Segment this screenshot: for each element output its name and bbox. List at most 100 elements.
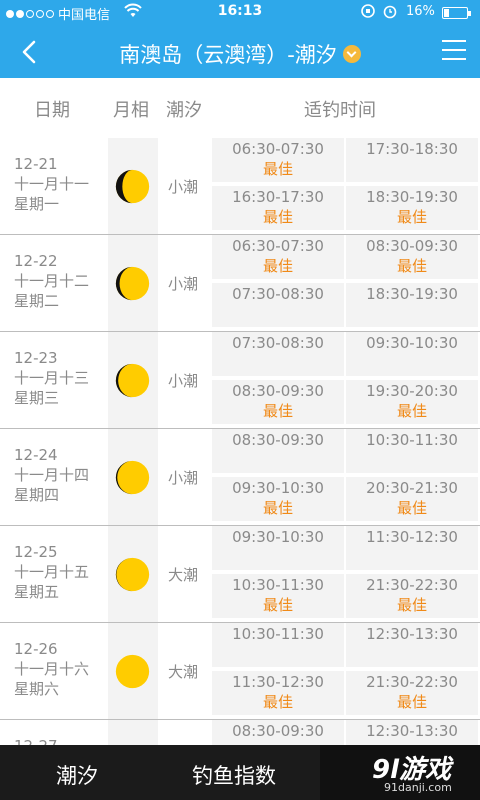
fishing-slot: 08:30-09:30	[212, 429, 344, 473]
best-badge: 最佳	[262, 499, 293, 517]
slot-time: 07:30-08:30	[232, 285, 324, 303]
table-row[interactable]: 12-23 十一月十三 星期三 小潮 07:30-08:30 09:30-10:…	[0, 332, 480, 429]
moon-phase-icon	[115, 557, 150, 592]
date-gregorian: 12-26	[14, 640, 58, 658]
best-badge: 最佳	[262, 160, 293, 178]
fishing-slot: 10:30-11:30 最佳	[212, 574, 344, 618]
date-cell: 12-25 十一月十五 星期五	[14, 542, 89, 602]
date-gregorian: 12-23	[14, 349, 58, 367]
fishing-slot: 21:30-22:30 最佳	[346, 671, 478, 715]
slot-time: 16:30-17:30	[232, 188, 324, 206]
tab-fishing-index[interactable]: 钓鱼指数	[192, 760, 276, 790]
table-row[interactable]: 12-26 十一月十六 星期六 大潮 10:30-11:30 12:30-13:…	[0, 623, 480, 720]
table-row[interactable]: 12-25 十一月十五 星期五 大潮 09:30-10:30 11:30-12:…	[0, 526, 480, 623]
fishing-slot: 09:30-10:30	[346, 332, 478, 376]
slot-time: 18:30-19:30	[366, 285, 458, 303]
title-bar: 南澳岛（云澳湾）-潮汐	[0, 26, 480, 78]
date-cell: 12-24 十一月十四 星期四	[14, 445, 89, 505]
slot-time: 07:30-08:30	[232, 334, 324, 352]
fishing-slot: 11:30-12:30	[346, 526, 478, 570]
fishing-slot: 21:30-22:30 最佳	[346, 574, 478, 618]
chevron-down-icon	[342, 45, 361, 63]
status-bar: 中国电信 16:13 16%	[0, 0, 480, 26]
fishing-slot: 18:30-19:30	[346, 283, 478, 327]
date-weekday: 星期三	[14, 389, 60, 407]
column-header-fishing-time: 适钓时间	[304, 100, 376, 121]
best-badge: 最佳	[396, 693, 427, 711]
tide-cell: 大潮	[168, 566, 199, 584]
table-row[interactable]: 12-24 十一月十四 星期四 小潮 08:30-09:30 10:30-11:…	[0, 429, 480, 526]
slot-time: 06:30-07:30	[232, 237, 324, 255]
date-lunar: 十一月十一	[14, 175, 90, 193]
slot-time: 08:30-09:30	[232, 722, 324, 740]
date-gregorian: 12-21	[14, 155, 58, 173]
best-badge: 最佳	[262, 596, 293, 614]
date-lunar: 十一月十三	[14, 369, 90, 387]
best-badge: 最佳	[396, 208, 427, 226]
date-weekday: 星期一	[14, 195, 60, 213]
slot-time: 21:30-22:30	[366, 673, 458, 691]
fishing-slot: 06:30-07:30 最佳	[212, 138, 344, 182]
column-header-tide: 潮汐	[166, 100, 202, 121]
slot-time: 18:30-19:30	[366, 188, 458, 206]
slot-time: 20:30-21:30	[366, 479, 458, 497]
slot-time: 08:30-09:30	[232, 382, 324, 400]
tab-tide[interactable]: 潮汐	[56, 760, 98, 790]
fishing-slot: 10:30-11:30	[212, 623, 344, 667]
column-header-moon: 月相	[113, 100, 149, 121]
fishing-slot: 06:30-07:30 最佳	[212, 235, 344, 279]
slot-time: 10:30-11:30	[232, 576, 324, 594]
slot-time: 21:30-22:30	[366, 576, 458, 594]
fishing-slot: 07:30-08:30	[212, 283, 344, 327]
date-lunar: 十一月十六	[14, 660, 90, 678]
fishing-slot: 17:30-18:30	[346, 138, 478, 182]
best-badge: 最佳	[396, 499, 427, 517]
slot-time: 17:30-18:30	[366, 140, 458, 158]
tide-cell: 小潮	[168, 469, 199, 487]
fishing-slot: 11:30-12:30 最佳	[212, 671, 344, 715]
date-lunar: 十一月十五	[14, 563, 90, 581]
date-gregorian: 12-22	[14, 252, 58, 270]
watermark-url: 91danji.com	[384, 781, 452, 794]
location-selector[interactable]: 南澳岛（云澳湾）-潮汐	[0, 39, 480, 69]
date-cell: 12-26 十一月十六 星期六	[14, 639, 89, 699]
date-weekday: 星期二	[14, 292, 60, 310]
best-badge: 最佳	[396, 402, 427, 420]
alarm-icon	[382, 3, 398, 23]
fishing-slot: 08:30-09:30 最佳	[212, 380, 344, 424]
slot-time: 09:30-10:30	[232, 528, 324, 546]
best-badge: 最佳	[396, 257, 427, 275]
date-weekday: 星期四	[14, 486, 60, 504]
hamburger-icon	[442, 40, 466, 42]
moon-phase-icon	[115, 266, 150, 301]
table-row[interactable]: 12-21 十一月十一 星期一 小潮 06:30-07:30 最佳 17:30-1…	[0, 138, 480, 235]
slot-time: 19:30-20:30	[366, 382, 458, 400]
moon-phase-icon	[115, 169, 150, 204]
best-badge: 最佳	[262, 208, 293, 226]
date-cell: 12-23 十一月十三 星期三	[14, 348, 89, 408]
date-weekday: 星期五	[14, 583, 60, 601]
fishing-slot: 07:30-08:30	[212, 332, 344, 376]
page-title: 南澳岛（云澳湾）-潮汐	[119, 43, 337, 67]
slot-time: 09:30-10:30	[366, 334, 458, 352]
slot-time: 08:30-09:30	[366, 237, 458, 255]
date-cell: 12-22 十一月十二 星期二	[14, 251, 89, 311]
battery-icon	[442, 7, 471, 19]
fishing-slot: 12:30-13:30	[346, 623, 478, 667]
menu-button[interactable]	[442, 40, 466, 62]
slot-time: 09:30-10:30	[232, 479, 324, 497]
fishing-slot: 19:30-20:30 最佳	[346, 380, 478, 424]
date-lunar: 十一月十二	[14, 272, 90, 290]
fishing-slot: 20:30-21:30 最佳	[346, 477, 478, 521]
slot-time: 12:30-13:30	[366, 625, 458, 643]
tide-cell: 大潮	[168, 663, 199, 681]
best-badge: 最佳	[262, 257, 293, 275]
table-row[interactable]: 12-22 十一月十二 星期二 小潮 06:30-07:30 最佳 08:30-0…	[0, 235, 480, 332]
slot-time: 08:30-09:30	[232, 431, 324, 449]
best-badge: 最佳	[262, 693, 293, 711]
rotation-lock-icon	[360, 3, 376, 23]
slot-time: 06:30-07:30	[232, 140, 324, 158]
tide-cell: 小潮	[168, 178, 199, 196]
moon-phase-icon	[115, 460, 150, 495]
slot-time: 10:30-11:30	[232, 625, 324, 643]
